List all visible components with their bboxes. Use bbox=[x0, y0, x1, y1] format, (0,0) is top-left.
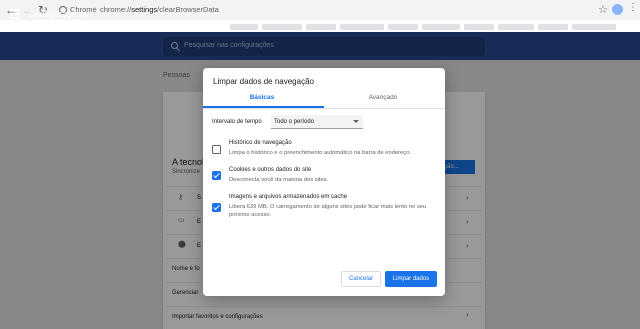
url-text: chrome://settings/clearBrowserData bbox=[100, 5, 219, 14]
more-menu-icon[interactable]: ⋮ bbox=[628, 2, 638, 13]
tab-basic[interactable]: Básicas bbox=[203, 94, 321, 106]
address-bar[interactable]: Chrome | chrome://settings/clearBrowserD… bbox=[54, 2, 610, 18]
cookies-option-title: Cookies e outros dados do site bbox=[229, 167, 312, 173]
bookmark-star-icon[interactable]: ☆ bbox=[598, 3, 608, 16]
cancel-button[interactable]: Cancelar bbox=[341, 271, 381, 287]
url-separator: | bbox=[94, 5, 96, 14]
cookies-checkbox[interactable] bbox=[212, 171, 221, 180]
history-option-desc: Limpa o histórico e o preenchimento auto… bbox=[229, 150, 412, 156]
time-range-label: Intervalo de tempo bbox=[212, 119, 262, 125]
hamburger-menu-icon[interactable] bbox=[10, 9, 20, 21]
history-option-title: Histórico de navegação bbox=[229, 140, 292, 146]
cache-option-title: Imagens e arquivos armazenados em cache bbox=[229, 194, 348, 200]
dropdown-arrow-icon bbox=[353, 120, 359, 123]
page-title: Configurações bbox=[28, 9, 87, 19]
history-checkbox[interactable] bbox=[212, 145, 221, 154]
cache-option-desc: Libera 639 MB. O carregamento de alguns … bbox=[229, 204, 427, 218]
bookmarks-bar bbox=[0, 20, 640, 32]
tab-divider bbox=[203, 108, 445, 109]
bookmark-item[interactable] bbox=[306, 24, 336, 30]
bookmark-item[interactable] bbox=[498, 24, 534, 30]
cache-checkbox[interactable] bbox=[212, 203, 221, 212]
bookmark-item[interactable] bbox=[572, 24, 616, 30]
bookmark-item[interactable] bbox=[422, 24, 460, 30]
bookmark-item[interactable] bbox=[388, 24, 418, 30]
dialog-title: Limpar dados de navegação bbox=[213, 77, 314, 86]
clear-data-button[interactable]: Limpar dados bbox=[385, 271, 437, 287]
bookmark-item[interactable] bbox=[340, 24, 384, 30]
profile-avatar[interactable] bbox=[612, 4, 623, 15]
bookmark-item[interactable] bbox=[262, 24, 302, 30]
cookies-option-desc: Desconecta você da maioria dos sites. bbox=[229, 177, 329, 183]
time-range-select[interactable]: Todo o período bbox=[271, 115, 363, 129]
clear-browsing-data-dialog: Limpar dados de navegação Básicas Avança… bbox=[203, 68, 445, 296]
bookmark-item[interactable] bbox=[464, 24, 494, 30]
bookmark-item[interactable] bbox=[538, 24, 568, 30]
bookmark-item[interactable] bbox=[230, 24, 258, 30]
tab-advanced[interactable]: Avançado bbox=[324, 94, 442, 106]
